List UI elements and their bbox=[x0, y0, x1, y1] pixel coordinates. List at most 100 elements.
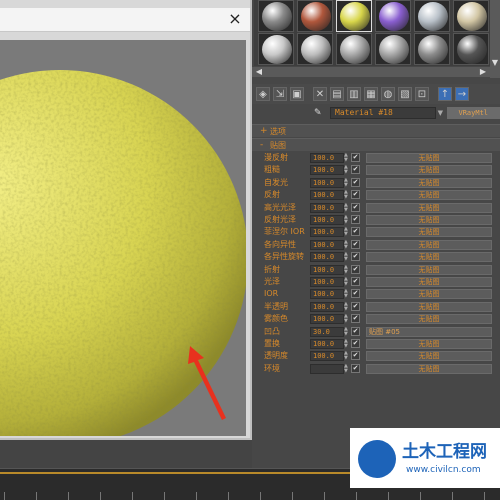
map-amount-field[interactable]: 30.0 bbox=[310, 326, 344, 337]
map-enable-checkbox[interactable]: ✔ bbox=[351, 264, 360, 274]
map-enable-checkbox[interactable]: ✔ bbox=[351, 177, 360, 187]
map-slot-button[interactable]: 无贴图 bbox=[366, 363, 492, 374]
chevron-down-icon[interactable]: ▼ bbox=[436, 107, 444, 119]
show-shaded-icon[interactable]: ▧ bbox=[398, 87, 412, 101]
map-slot-button[interactable]: 无贴图 bbox=[366, 190, 492, 201]
map-enable-checkbox[interactable]: ✔ bbox=[351, 339, 360, 348]
material-slot[interactable] bbox=[336, 0, 372, 32]
spinner-icon[interactable]: ▲ ▼ bbox=[344, 339, 350, 349]
material-slot[interactable] bbox=[414, 33, 450, 65]
map-slot-button[interactable]: 无贴图 bbox=[366, 339, 492, 349]
map-enable-checkbox[interactable]: ✔ bbox=[351, 239, 360, 249]
map-amount-field[interactable]: 100.0 bbox=[310, 202, 344, 213]
material-slot[interactable] bbox=[297, 0, 333, 32]
show-end-result-icon[interactable]: ⊡ bbox=[415, 87, 429, 101]
map-enable-checkbox[interactable]: ✔ bbox=[351, 289, 360, 299]
map-enable-checkbox[interactable]: ✔ bbox=[351, 326, 360, 336]
spinner-icon[interactable]: ▲ ▼ bbox=[344, 326, 350, 337]
map-enable-checkbox[interactable]: ✔ bbox=[351, 215, 360, 224]
spinner-icon[interactable]: ▲ ▼ bbox=[344, 165, 350, 175]
go-to-parent-icon[interactable]: ↑ bbox=[438, 87, 452, 101]
map-enable-checkbox[interactable]: ✔ bbox=[351, 165, 360, 175]
map-enable-checkbox[interactable]: ✔ bbox=[351, 301, 360, 311]
scroll-left-icon[interactable]: ◀ bbox=[254, 67, 264, 77]
spinner-icon[interactable]: ▲ ▼ bbox=[344, 301, 350, 312]
spinner-icon[interactable]: ▲ ▼ bbox=[344, 239, 350, 250]
material-slot[interactable] bbox=[336, 33, 372, 65]
spinner-icon[interactable]: ▲ ▼ bbox=[344, 289, 350, 299]
map-amount-field[interactable]: 100.0 bbox=[310, 165, 344, 176]
map-amount-field[interactable]: 100.0 bbox=[310, 314, 344, 325]
put-to-scene-icon[interactable]: ⇲ bbox=[273, 87, 287, 101]
map-amount-field[interactable]: 100.0 bbox=[310, 351, 344, 362]
map-enable-checkbox[interactable]: ✔ bbox=[351, 190, 360, 200]
map-enable-checkbox[interactable]: ✔ bbox=[351, 153, 360, 162]
map-slot-button[interactable]: 无贴图 bbox=[366, 239, 492, 250]
map-slot-button[interactable]: 无贴图 bbox=[366, 153, 492, 163]
spinner-icon[interactable]: ▲ ▼ bbox=[344, 351, 350, 361]
map-amount-field[interactable]: 100.0 bbox=[310, 239, 344, 250]
spinner-icon[interactable]: ▲ ▼ bbox=[344, 202, 350, 213]
map-enable-checkbox[interactable]: ✔ bbox=[351, 314, 360, 324]
map-slot-button[interactable]: 贴图 #05 bbox=[366, 326, 492, 337]
material-slot[interactable] bbox=[375, 33, 411, 65]
spinner-icon[interactable]: ▲ ▼ bbox=[344, 363, 350, 374]
map-enable-checkbox[interactable]: ✔ bbox=[351, 277, 360, 286]
map-amount-field[interactable]: 100.0 bbox=[310, 339, 344, 349]
map-enable-checkbox[interactable]: ✔ bbox=[351, 202, 360, 212]
map-slot-button[interactable]: 无贴图 bbox=[366, 264, 492, 275]
close-icon[interactable]: × bbox=[226, 10, 244, 28]
map-enable-checkbox[interactable]: ✔ bbox=[351, 252, 360, 262]
map-slot-button[interactable]: 无贴图 bbox=[366, 215, 492, 225]
map-slot-button[interactable]: 无贴图 bbox=[366, 177, 492, 188]
map-amount-field[interactable]: 100.0 bbox=[310, 277, 344, 287]
map-amount-field[interactable]: 100.0 bbox=[310, 264, 344, 275]
spinner-icon[interactable]: ▲ ▼ bbox=[344, 153, 350, 163]
material-slot[interactable] bbox=[297, 33, 333, 65]
map-slot-button[interactable]: 无贴图 bbox=[366, 301, 492, 312]
get-material-icon[interactable]: ◈ bbox=[256, 87, 270, 101]
material-slot[interactable] bbox=[375, 0, 411, 32]
spinner-icon[interactable]: ▲ ▼ bbox=[344, 215, 350, 225]
material-slot[interactable] bbox=[414, 0, 450, 32]
material-slot[interactable] bbox=[453, 0, 489, 32]
material-id-icon[interactable]: ◍ bbox=[381, 87, 395, 101]
eyedropper-icon[interactable]: ✎ bbox=[314, 107, 324, 119]
map-slot-button[interactable]: 无贴图 bbox=[366, 351, 492, 362]
material-slot[interactable] bbox=[453, 33, 489, 65]
map-slot-button[interactable]: 无贴图 bbox=[366, 289, 492, 300]
map-amount-field[interactable]: 100.0 bbox=[310, 215, 344, 225]
rollout-options[interactable]: + 选项 bbox=[252, 124, 500, 137]
reset-map-icon[interactable]: ✕ bbox=[313, 87, 327, 101]
map-enable-checkbox[interactable]: ✔ bbox=[351, 351, 360, 361]
map-slot-button[interactable]: 无贴图 bbox=[366, 202, 492, 213]
slots-vertical-scrollbar[interactable]: ▼ bbox=[490, 0, 500, 78]
map-slot-button[interactable]: 无贴图 bbox=[366, 314, 492, 325]
delete-icon[interactable]: ▥ bbox=[347, 87, 361, 101]
map-slot-button[interactable]: 无贴图 bbox=[366, 252, 492, 263]
map-enable-checkbox[interactable]: ✔ bbox=[351, 227, 360, 237]
map-amount-field[interactable]: 100.0 bbox=[310, 289, 344, 300]
map-amount-field[interactable]: 100.0 bbox=[310, 153, 344, 163]
material-name-field[interactable]: Material #18 bbox=[330, 107, 437, 119]
spinner-icon[interactable]: ▲ ▼ bbox=[344, 314, 350, 324]
go-forward-sibling-icon[interactable]: → bbox=[455, 87, 469, 101]
spinner-icon[interactable]: ▲ ▼ bbox=[344, 190, 350, 200]
slots-horizontal-scrollbar[interactable]: ◀ ▶ bbox=[252, 67, 490, 77]
spinner-icon[interactable]: ▲ ▼ bbox=[344, 227, 350, 237]
map-amount-field[interactable]: 100.0 bbox=[310, 177, 344, 188]
rollout-maps[interactable]: - 贴图 bbox=[252, 138, 500, 151]
material-slot[interactable] bbox=[258, 33, 294, 65]
assign-to-selection-icon[interactable]: ▣ bbox=[290, 87, 304, 101]
map-amount-field[interactable]: 100.0 bbox=[310, 190, 344, 201]
scroll-right-icon[interactable]: ▶ bbox=[478, 67, 488, 77]
spinner-icon[interactable]: ▲ ▼ bbox=[344, 264, 350, 275]
put-to-library-icon[interactable]: ▦ bbox=[364, 87, 378, 101]
spinner-icon[interactable]: ▲ ▼ bbox=[344, 252, 350, 262]
map-enable-checkbox[interactable]: ✔ bbox=[351, 363, 360, 373]
map-amount-field[interactable]: 100.0 bbox=[310, 227, 344, 238]
map-amount-field[interactable]: 100.0 bbox=[310, 301, 344, 312]
scroll-down-icon[interactable]: ▼ bbox=[490, 58, 500, 68]
material-slot[interactable] bbox=[258, 0, 294, 32]
map-slot-button[interactable]: 无贴图 bbox=[366, 165, 492, 176]
